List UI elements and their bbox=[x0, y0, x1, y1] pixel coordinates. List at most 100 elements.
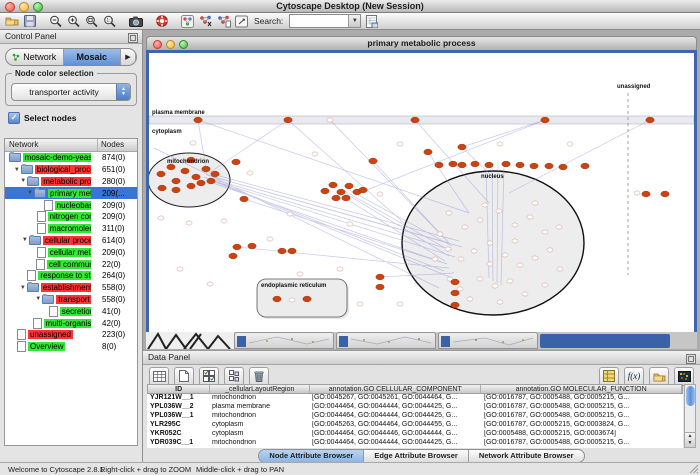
tree-column-network[interactable]: Network bbox=[5, 139, 98, 151]
column-molecular-function[interactable]: annotation.GO MOLECULAR_FUNCTION bbox=[481, 385, 682, 393]
attribute-batch-icon[interactable] bbox=[599, 367, 619, 386]
vizmapper-icon[interactable] bbox=[180, 14, 195, 28]
table-row[interactable]: YPL036W__1mitochondrion[GO:0044464, GO:0… bbox=[147, 412, 683, 421]
delete-attribute-icon[interactable] bbox=[249, 367, 269, 386]
tree-row-selected[interactable]: ▼primary metabo209(... bbox=[5, 187, 137, 199]
tree-row[interactable]: macromolecule311(0) bbox=[5, 223, 137, 235]
formula-builder-icon[interactable]: f(x) bbox=[624, 367, 644, 386]
expander-icon[interactable]: ▼ bbox=[19, 285, 27, 291]
node-color-dropdown[interactable]: transporter activity ▲▼ bbox=[11, 83, 131, 101]
expander-icon[interactable]: ▼ bbox=[34, 296, 42, 302]
scrollbar-thumb[interactable] bbox=[686, 386, 695, 406]
minimized-view-window[interactable] bbox=[438, 332, 538, 349]
annotation-icon[interactable] bbox=[234, 14, 249, 28]
table-scrollbar[interactable]: ▲▼ bbox=[684, 384, 696, 448]
zoom-out-icon[interactable] bbox=[48, 14, 63, 28]
unselect-attributes-icon[interactable] bbox=[224, 367, 244, 386]
tree-row[interactable]: multi-organism pro42(0) bbox=[5, 317, 137, 329]
zoom-selected-icon[interactable] bbox=[84, 14, 99, 28]
help-icon[interactable] bbox=[154, 14, 169, 28]
expander-icon[interactable]: ▼ bbox=[19, 178, 27, 184]
chevron-down-icon[interactable]: ▼ bbox=[348, 15, 360, 27]
tab-mosaic[interactable]: Mosaic bbox=[64, 49, 122, 65]
minimized-view-window[interactable] bbox=[336, 332, 436, 349]
tree-row[interactable]: unassigned223(0) bbox=[5, 329, 137, 341]
table-row[interactable]: YDR039C__1mitochondrion[GO:0044464, GO:0… bbox=[147, 439, 683, 448]
import-attributes-icon[interactable] bbox=[649, 367, 669, 386]
import-table-icon[interactable] bbox=[364, 14, 379, 28]
zoom-view-icon[interactable] bbox=[179, 40, 188, 49]
close-window-icon[interactable] bbox=[5, 2, 15, 12]
overview-network-sliver[interactable] bbox=[146, 332, 234, 349]
search-input[interactable]: ▼ bbox=[289, 14, 361, 28]
minimized-view-titlebar[interactable] bbox=[540, 334, 670, 348]
tree-row[interactable]: Overview8(0) bbox=[5, 341, 137, 353]
close-view-icon[interactable] bbox=[153, 40, 162, 49]
tab-overflow-arrow-icon[interactable]: ▶ bbox=[121, 49, 136, 65]
tab-network-attribute-browser[interactable]: Network Attribute Browser bbox=[469, 450, 584, 462]
apply-layout-icon[interactable] bbox=[198, 14, 213, 28]
tree-row[interactable]: ▼establishment of lo558(0) bbox=[5, 282, 137, 294]
tree-row[interactable]: mosaic-demo-yeast874(0) bbox=[5, 152, 137, 164]
tree-row[interactable]: cell communicat22(0) bbox=[5, 258, 137, 270]
tree-row-count: 209(... bbox=[102, 189, 125, 198]
scrollbar-arrows-icon[interactable]: ▲▼ bbox=[685, 432, 695, 447]
open-file-icon[interactable] bbox=[4, 14, 19, 28]
expander-icon[interactable]: ▼ bbox=[26, 190, 34, 196]
table-row[interactable]: YJR121W__1mitochondrion[GO:0045267, GO:0… bbox=[147, 394, 683, 403]
zoom-window-icon[interactable] bbox=[33, 2, 43, 12]
tree-row[interactable]: nitrogen compo209(0) bbox=[5, 211, 137, 223]
minimized-view-window[interactable] bbox=[234, 332, 334, 349]
expander-icon[interactable]: ▼ bbox=[21, 237, 29, 243]
tree-row[interactable]: cellular metabo209(0) bbox=[5, 246, 137, 258]
folder-icon bbox=[27, 283, 39, 292]
background-views-strip bbox=[146, 332, 697, 349]
tree-row[interactable]: ▼biological_process651(0) bbox=[5, 164, 137, 176]
file-icon bbox=[27, 270, 36, 281]
tree-column-nodes[interactable]: Nodes bbox=[98, 139, 137, 151]
network-canvas[interactable]: plasma membrane cytoplasm mitochondrion … bbox=[146, 50, 697, 336]
tree-row-count: 209(0) bbox=[102, 212, 125, 221]
float-panel-icon[interactable] bbox=[686, 354, 696, 364]
apply-layout-alt-icon[interactable] bbox=[216, 14, 231, 28]
network-view-titlebar[interactable]: primary metabolic process bbox=[146, 36, 697, 50]
table-row[interactable]: YKR052Ccytoplasm[GO:0044464, GO:0044446,… bbox=[147, 430, 683, 439]
tree-row-label: secretion bbox=[60, 307, 91, 316]
tree-row[interactable]: response to stimulu264(0) bbox=[5, 270, 137, 282]
column-cellular-component[interactable]: annotation.GO CELLULAR_COMPONENT bbox=[310, 385, 481, 393]
table-row[interactable]: YPL036W__2plasma membrane[GO:0044464, GO… bbox=[147, 403, 683, 412]
attribute-table-icon[interactable] bbox=[149, 367, 169, 386]
tab-edge-attribute-browser[interactable]: Edge Attribute Browser bbox=[364, 450, 468, 462]
file-icon bbox=[49, 306, 58, 317]
tree-row[interactable]: ▼transport558(0) bbox=[5, 294, 137, 306]
expander-icon[interactable]: ▼ bbox=[13, 167, 21, 173]
tree-row[interactable]: ▼cellular process614(0) bbox=[5, 235, 137, 247]
tree-row[interactable]: ▼metabolic process280(0) bbox=[5, 176, 137, 188]
window-icon bbox=[339, 336, 348, 347]
minimize-window-icon[interactable] bbox=[19, 2, 29, 12]
tab-node-attribute-browser[interactable]: Node Attribute Browser bbox=[259, 450, 364, 462]
snapshot-icon[interactable] bbox=[128, 14, 143, 28]
column-id[interactable]: ID bbox=[148, 385, 210, 393]
save-icon[interactable] bbox=[22, 14, 37, 28]
zoom-actual-icon[interactable]: 1:1 bbox=[102, 14, 117, 28]
tree-row-count: 614(0) bbox=[102, 236, 125, 245]
select-attributes-icon[interactable] bbox=[199, 367, 219, 386]
new-attribute-icon[interactable] bbox=[174, 367, 194, 386]
search-field[interactable] bbox=[290, 15, 348, 27]
float-panel-icon[interactable] bbox=[128, 33, 138, 43]
tab-mosaic-label: Mosaic bbox=[76, 52, 107, 62]
resize-grip-icon[interactable] bbox=[689, 464, 699, 474]
minimize-view-icon[interactable] bbox=[166, 40, 175, 49]
select-nodes-checkbox[interactable]: ✓ bbox=[8, 112, 20, 124]
zoom-in-icon[interactable] bbox=[66, 14, 81, 28]
tree-row[interactable]: nucleobase-209(0) bbox=[5, 199, 137, 211]
dropdown-stepper-icon[interactable]: ▲▼ bbox=[116, 84, 130, 100]
tree-row[interactable]: secretion41(0) bbox=[5, 305, 137, 317]
column-region[interactable]: _cellularLayoutRegion bbox=[210, 385, 310, 393]
table-row[interactable]: YLR295Ccytoplasm[GO:0045263, GO:0044464,… bbox=[147, 421, 683, 430]
matrix-icon[interactable] bbox=[674, 367, 694, 386]
tab-network[interactable]: Network bbox=[6, 49, 64, 65]
network-view-frame[interactable]: primary metabolic process bbox=[146, 36, 697, 332]
tree-row-count: 42(0) bbox=[102, 319, 121, 328]
